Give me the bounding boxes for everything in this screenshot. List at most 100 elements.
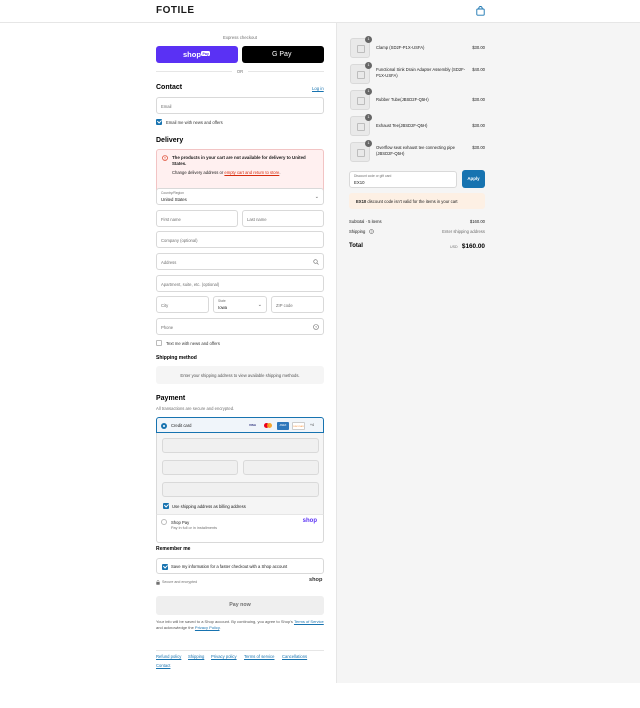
product-thumbnail: 1 [350,114,372,136]
footer-link-terms[interactable]: Terms of service [244,654,274,659]
payment-subtitle: All transactions are secure and encrypte… [156,406,235,411]
save-info-checkbox[interactable] [162,563,168,570]
footer-link-refund[interactable]: Refund policy [156,654,181,659]
zip-field[interactable]: ZIP code [271,296,324,313]
card-number-field[interactable] [162,438,319,453]
terms-of-service-link[interactable]: Terms of Service [294,619,324,624]
or-label: OR [236,69,244,74]
last-name-field[interactable]: Last name [242,210,324,227]
shop-pay-option[interactable]: Shop Pay Pay in full or in installments … [156,514,324,543]
quantity-badge: 1 [365,140,372,147]
email-news-label: Email me with news and offers [166,119,223,125]
item-price: $40.00 [472,67,485,72]
shipping-method-text: Enter your shipping address to view avai… [180,372,300,378]
shipping-label: Shipping [349,229,366,234]
apartment-placeholder: Apartment, suite, etc. (optional) [161,281,220,287]
credit-card-radio[interactable] [161,422,167,429]
state-select[interactable]: State Iowa ⌄ [213,296,267,313]
name-on-card-field[interactable] [162,482,319,497]
legal-mid: and acknowledge the [156,624,195,630]
item-price: $30.00 [472,145,485,150]
email-placeholder: Email [161,103,172,109]
credit-card-option[interactable]: Credit card VISA AMEX DISCOVER +4 [156,417,324,433]
discount-code-field[interactable]: Discount code or gift card EX10 [349,171,457,188]
company-placeholder: Company (optional) [161,237,198,243]
checkout-form: Express checkout shop Pay G Pay OR Conta… [0,23,336,708]
address-field[interactable]: Address [156,253,324,270]
shop-pay-radio[interactable] [161,519,167,525]
logo[interactable]: FOTILE [156,5,195,16]
alert-text-end: . [279,170,281,175]
discount-error-code: EX10 [356,198,367,204]
google-pay-logo: G Pay [272,50,292,58]
quantity-badge: 1 [365,62,372,69]
apply-label: Apply [467,176,480,181]
city-placeholder: City [161,302,169,308]
city-field[interactable]: City [156,296,209,313]
product-thumbnail: 1 [350,140,372,162]
visa-icon: VISA [249,423,257,427]
privacy-policy-link[interactable]: Privacy Policy [195,625,220,630]
shipping-method-placeholder: Enter your shipping address to view avai… [156,366,324,384]
security-code-field[interactable] [243,460,319,475]
apply-button[interactable]: Apply [462,170,485,188]
order-summary: 1 Clamp (SD2F-P1X-USFA) $30.00 1 Functio… [336,23,640,683]
phone-field[interactable]: Phone ? [156,318,324,335]
product-thumbnail: 1 [350,88,372,110]
footer-link-privacy[interactable]: Privacy policy [211,654,237,659]
pay-now-button[interactable]: Pay now [156,596,324,615]
item-price: $30.00 [472,45,485,50]
company-field[interactable]: Company (optional) [156,231,324,248]
quantity-badge: 1 [365,88,372,95]
mastercard-icon [264,422,274,429]
text-news-checkbox[interactable] [156,340,162,346]
text-news-label: Text me with news and offers [166,340,220,346]
more-cards-badge: +4 [310,423,314,427]
footer-link-shipping[interactable]: Shipping [188,654,204,659]
remember-title: Remember me [156,546,191,552]
save-info-label: Save my information for a faster checkou… [171,564,288,569]
discount-error-text: EX10 discount code isn't valid for the i… [356,199,458,204]
alert-message: Change delivery address or empty cart an… [172,170,322,175]
contact-title: Contact [156,84,183,91]
discount-label: Discount code or gift card [354,174,392,178]
shop-pay-button[interactable]: shop Pay [156,46,238,63]
apartment-field[interactable]: Apartment, suite, etc. (optional) [156,275,324,292]
country-label: Country/Region [161,191,184,195]
login-link[interactable]: Log in [312,86,324,91]
chevron-down-icon: ⌄ [314,194,319,200]
search-icon [313,259,319,265]
quantity-badge: 1 [365,114,372,121]
shop-pay-logo: shop [183,49,201,59]
legal-pre: Your info will be saved to a Shop accoun… [156,619,294,624]
google-pay-button[interactable]: G Pay [242,46,324,63]
shop-pay-title: Shop Pay [171,519,190,525]
first-name-placeholder: First name [161,216,181,222]
first-name-field[interactable]: First name [156,210,238,227]
shipping-method-title: Shipping method [156,355,197,361]
header: FOTILE [0,0,640,23]
subtotal-value: $160.00 [469,219,485,224]
alert-title: The products in your cart are not availa… [172,155,306,166]
divider [248,71,324,72]
help-icon[interactable]: ? [313,324,319,330]
alert-icon [162,155,168,161]
item-price: $30.00 [472,97,485,102]
discount-error: EX10 discount code isn't valid for the i… [349,193,485,209]
shopping-bag-icon[interactable] [476,6,485,16]
email-field[interactable]: Email [156,97,324,114]
state-label: State [218,299,226,303]
svg-text:?: ? [371,230,373,234]
footer-link-cancellations[interactable]: Cancellations [282,654,307,659]
expiration-field[interactable] [162,460,238,475]
country-select[interactable]: Country/Region United States ⌄ [156,188,324,205]
empty-cart-link[interactable]: empty cart and return to store [224,170,279,175]
image-placeholder-icon [357,97,365,105]
billing-address-checkbox[interactable] [163,503,169,509]
email-news-checkbox[interactable] [156,119,162,125]
info-icon[interactable]: ? [369,229,374,234]
footer-link-contact[interactable]: Contact [156,663,170,668]
express-checkout-label: Express checkout [223,35,257,40]
product-thumbnail: 1 [350,36,372,58]
legal-post: . [219,624,221,630]
